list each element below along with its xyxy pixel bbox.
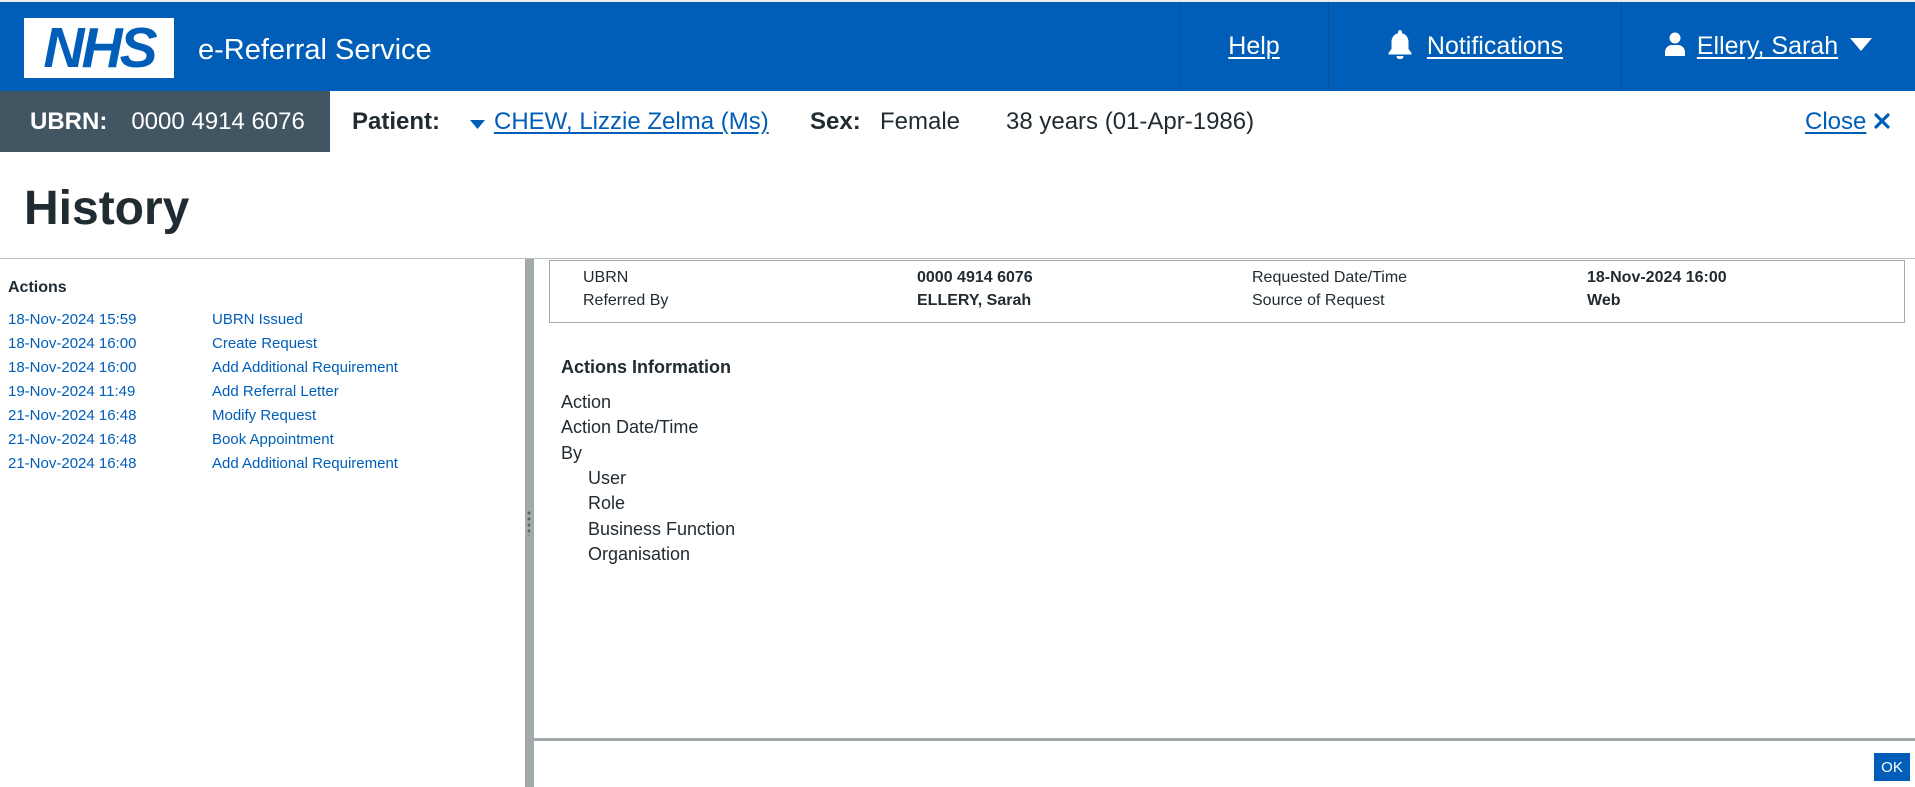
- patient-name: CHEW, Lizzie Zelma (Ms): [494, 108, 769, 135]
- help-link[interactable]: Help: [1228, 32, 1279, 61]
- action-datetime-field-label: Action Date/Time: [561, 417, 699, 437]
- role-field-label: Role: [588, 493, 626, 513]
- referred-by-value: ELLERY, Sarah: [917, 292, 1032, 309]
- business-function-field-label: Business Function: [588, 519, 736, 539]
- action-datetime: 18-Nov-2024 16:00: [8, 359, 137, 376]
- action-datetime: 21-Nov-2024 16:48: [8, 407, 137, 424]
- summary-ubrn-label: UBRN: [583, 269, 629, 286]
- requested-datetime-label: Requested Date/Time: [1252, 269, 1408, 286]
- bell-icon: [1387, 29, 1413, 64]
- ok-button[interactable]: OK: [1874, 753, 1910, 781]
- patient-banner: UBRN: 0000 4914 6076 Patient: CHEW, Lizz…: [0, 91, 1915, 152]
- action-row[interactable]: 21-Nov-2024 16:48 Book Appointment: [8, 431, 334, 448]
- user-icon: [1664, 32, 1685, 61]
- action-datetime: 18-Nov-2024 15:59: [8, 311, 137, 328]
- action-row[interactable]: 21-Nov-2024 16:48 Modify Request: [8, 407, 316, 424]
- action-name: Add Referral Letter: [212, 383, 339, 400]
- referral-summary: UBRN 0000 4914 6076 Requested Date/Time …: [549, 260, 1905, 323]
- patient-name-link[interactable]: CHEW, Lizzie Zelma (Ms): [470, 108, 769, 136]
- nhs-logo-text: NHS: [43, 15, 157, 80]
- summary-ubrn-value: 0000 4914 6076: [917, 269, 1033, 286]
- user-name-link[interactable]: Ellery, Sarah: [1697, 32, 1838, 61]
- user-field-label: User: [588, 468, 627, 488]
- app-header: NHS e-Referral Service Help Notification…: [0, 0, 1915, 91]
- ubrn-value: 0000 4914 6076: [131, 107, 305, 135]
- close-label: Close: [1805, 108, 1867, 135]
- action-row[interactable]: 18-Nov-2024 16:00 Add Additional Require…: [8, 359, 398, 376]
- notifications-nav: Notifications: [1328, 2, 1621, 91]
- action-name: Book Appointment: [212, 431, 334, 448]
- splitter-grip-icon[interactable]: [527, 510, 531, 536]
- referred-by-label: Referred By: [583, 292, 669, 309]
- source-of-request-value: Web: [1587, 292, 1621, 309]
- action-name: UBRN Issued: [212, 311, 303, 328]
- user-menu[interactable]: Ellery, Sarah: [1621, 2, 1915, 91]
- actions-heading: Actions: [8, 279, 67, 296]
- patient-label: Patient:: [352, 108, 441, 135]
- requested-datetime-value: 18-Nov-2024 16:00: [1587, 269, 1727, 286]
- source-of-request-label: Source of Request: [1252, 292, 1385, 309]
- notifications-link[interactable]: Notifications: [1427, 32, 1563, 61]
- sex-label: Sex:: [810, 108, 861, 135]
- action-row[interactable]: 18-Nov-2024 15:59 UBRN Issued: [8, 311, 303, 328]
- action-datetime: 19-Nov-2024 11:49: [8, 383, 136, 400]
- action-row[interactable]: 18-Nov-2024 16:00 Create Request: [8, 335, 317, 352]
- page-title: History: [24, 182, 190, 235]
- service-name: e-Referral Service: [198, 34, 432, 66]
- nhs-logo[interactable]: NHS: [24, 18, 174, 78]
- action-datetime: 21-Nov-2024 16:48: [8, 431, 137, 448]
- sex-value: Female: [880, 108, 961, 135]
- action-row[interactable]: 21-Nov-2024 16:48 Add Additional Require…: [8, 455, 398, 472]
- ubrn-box: UBRN: 0000 4914 6076: [0, 91, 330, 152]
- by-field-label: By: [561, 443, 583, 463]
- chevron-down-icon: [1850, 37, 1873, 56]
- close-button[interactable]: Close: [1805, 108, 1890, 136]
- actions-information-heading: Actions Information: [561, 357, 731, 377]
- footer-divider: [534, 738, 1915, 741]
- action-row[interactable]: 19-Nov-2024 11:49 Add Referral Letter: [8, 383, 339, 400]
- action-name: Modify Request: [212, 407, 317, 424]
- close-icon: [1874, 108, 1890, 136]
- caret-down-icon: [470, 108, 485, 136]
- age-dob: 38 years (01-Apr-1986): [1006, 108, 1255, 135]
- actions-panel: Actions 18-Nov-2024 15:59 UBRN Issued 18…: [0, 259, 525, 787]
- action-datetime: 21-Nov-2024 16:48: [8, 455, 137, 472]
- ubrn-label: UBRN:: [30, 107, 108, 135]
- action-name: Add Additional Requirement: [212, 359, 398, 376]
- action-name: Add Additional Requirement: [212, 455, 398, 472]
- action-name: Create Request: [212, 335, 318, 352]
- action-field-label: Action: [561, 392, 612, 412]
- help-nav: Help: [1179, 2, 1328, 91]
- action-datetime: 18-Nov-2024 16:00: [8, 335, 137, 352]
- organisation-field-label: Organisation: [588, 544, 691, 564]
